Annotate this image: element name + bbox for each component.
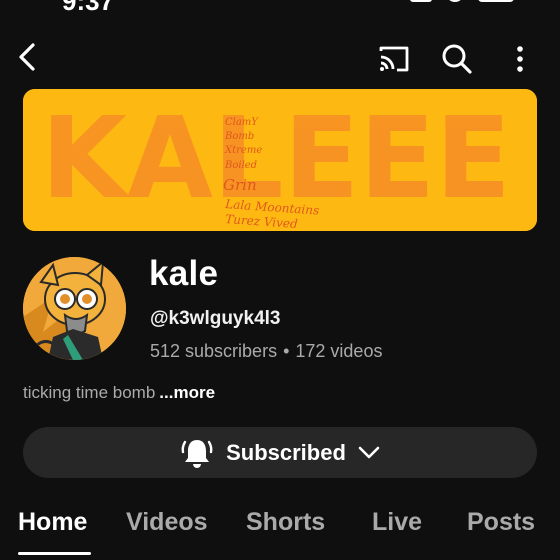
banner-name-3: Xtreme xyxy=(224,145,262,156)
tab-shorts[interactable]: Shorts xyxy=(246,508,325,537)
chevron-left-icon xyxy=(19,43,35,71)
active-tab-indicator xyxy=(18,552,91,555)
bell-icon xyxy=(181,439,213,468)
description-text: ticking time bomb xyxy=(23,383,156,402)
channel-tabs: Home Videos Shorts Live Posts xyxy=(0,500,560,560)
search-icon xyxy=(442,44,472,74)
stats-separator: • xyxy=(283,341,290,361)
banner-name-5: Grin xyxy=(223,176,257,194)
status-icons xyxy=(410,0,514,8)
channel-name: kale xyxy=(149,254,219,293)
chevron-down-icon xyxy=(358,446,380,458)
tab-live[interactable]: Live xyxy=(372,508,422,537)
avatar-art xyxy=(23,257,126,360)
channel-handle: @k3wlguyk4l3 xyxy=(150,308,281,329)
channel-stats: 512 subscribers • 172 videos xyxy=(150,341,382,362)
wifi-icon xyxy=(446,0,464,2)
battery-icon xyxy=(478,0,514,2)
cast-icon xyxy=(379,46,409,72)
subscriber-count: 512 subscribers xyxy=(150,341,278,361)
channel-avatar[interactable] xyxy=(23,257,126,360)
banner-name-4: Boiled xyxy=(224,160,257,171)
more-vert-icon xyxy=(517,46,523,72)
search-button[interactable] xyxy=(435,37,479,81)
video-count: 172 videos xyxy=(295,341,383,361)
more-link[interactable]: ...more xyxy=(159,383,215,402)
status-time: 9:37 xyxy=(62,0,115,16)
banner-name-2: Bomb xyxy=(224,131,254,142)
subscribed-label: Subscribed xyxy=(226,439,346,465)
channel-description[interactable]: ticking time bomb ...more xyxy=(23,383,215,403)
signal-icon xyxy=(410,0,432,2)
status-bar: 9:37 xyxy=(0,0,560,16)
tab-posts[interactable]: Posts xyxy=(467,508,535,537)
cast-button[interactable] xyxy=(372,37,416,81)
back-button[interactable] xyxy=(6,35,50,79)
more-options-button[interactable] xyxy=(498,37,542,81)
tab-home[interactable]: Home xyxy=(18,508,87,537)
channel-banner[interactable]: KALEEE ClamY Bomb Xtreme Boiled Grin Lal… xyxy=(23,89,537,231)
banner-name-1: ClamY xyxy=(225,117,259,128)
top-bar xyxy=(0,30,560,86)
tab-videos[interactable]: Videos xyxy=(126,508,208,537)
subscribed-button[interactable]: Subscribed xyxy=(23,427,537,478)
banner-art: KALEEE ClamY Bomb Xtreme Boiled Grin Lal… xyxy=(23,89,537,231)
